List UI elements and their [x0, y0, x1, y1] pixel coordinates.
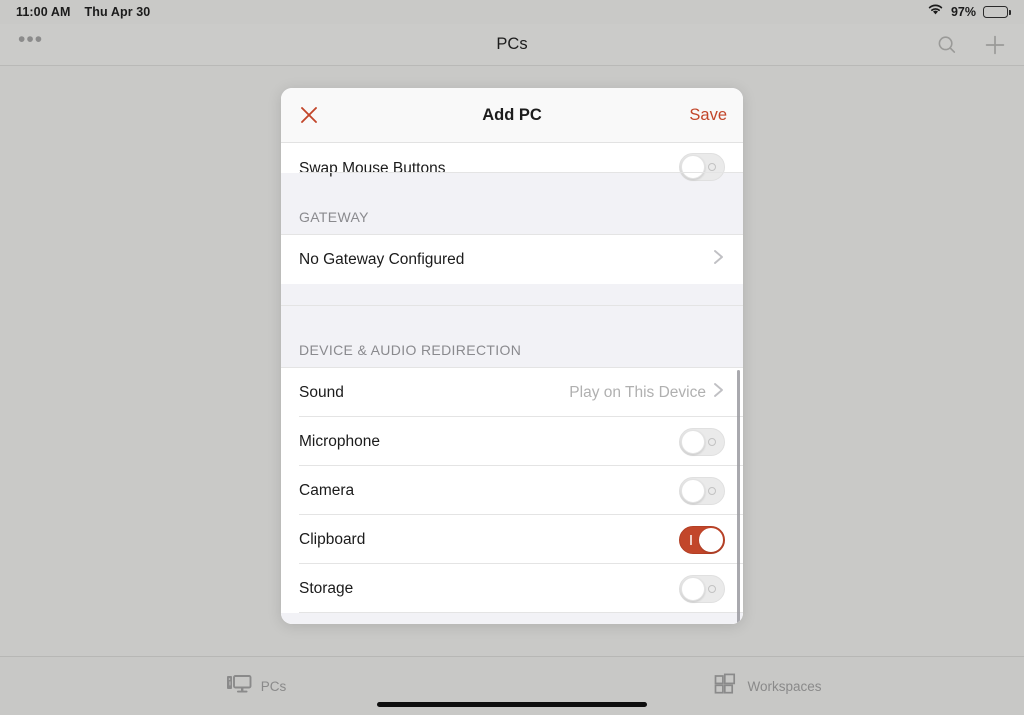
toggle-off-mark-icon — [708, 584, 716, 593]
nav-bar-actions — [936, 34, 1006, 56]
modal-scroll-area[interactable]: Swap Mouse Buttons GATEWAY No Gateway Co… — [281, 143, 743, 624]
row-label: Storage — [299, 579, 354, 597]
toggle-knob — [681, 155, 705, 179]
toggle-off-mark-icon — [708, 437, 716, 446]
camera-toggle[interactable] — [679, 476, 725, 505]
tab-label: PCs — [260, 678, 287, 694]
list-item-storage[interactable]: Storage — [281, 564, 743, 613]
microphone-toggle[interactable] — [679, 427, 725, 456]
toggle-off-mark-icon — [708, 486, 716, 495]
row-label: Microphone — [299, 432, 380, 450]
home-indicator[interactable] — [377, 702, 647, 707]
toggle-on-mark-icon — [690, 534, 692, 545]
list-item-microphone[interactable]: Microphone — [281, 417, 743, 466]
status-time: 11:00 AM — [16, 5, 71, 19]
section-header-gateway: GATEWAY — [281, 173, 743, 235]
toggle-knob — [699, 527, 723, 552]
toggle-off-mark-icon — [708, 163, 716, 171]
row-label: Camera — [299, 481, 355, 499]
swap-mouse-buttons-toggle[interactable] — [679, 153, 725, 181]
row-separator — [299, 172, 743, 173]
toggle-knob — [681, 478, 705, 503]
modal-scrollbar[interactable] — [737, 370, 740, 624]
list-item-gateway[interactable]: No Gateway Configured — [281, 235, 743, 284]
chevron-right-icon — [712, 380, 725, 405]
row-label: Sound — [299, 383, 344, 401]
list-item-clipboard[interactable]: Clipboard — [281, 515, 743, 564]
save-button[interactable]: Save — [689, 106, 727, 125]
ipad-screen: 11:00 AM Thu Apr 30 97% ••• PCs Add PC S… — [0, 0, 1024, 715]
grid-squares-icon — [714, 673, 738, 700]
nav-bar: ••• PCs — [0, 24, 1024, 66]
tab-label: Workspaces — [747, 678, 822, 694]
status-bar: 11:00 AM Thu Apr 30 97% — [0, 0, 1024, 24]
modal-header: Add PC Save — [281, 88, 743, 143]
status-bar-right: 97% — [927, 3, 1011, 21]
wifi-icon — [927, 3, 944, 21]
section-header-device-audio-redirection: DEVICE & AUDIO REDIRECTION — [281, 306, 743, 368]
tab-pcs[interactable]: PCs — [0, 673, 512, 700]
tab-workspaces[interactable]: Workspaces — [512, 673, 1024, 700]
list-item-swap-mouse-buttons[interactable]: Swap Mouse Buttons — [281, 143, 743, 181]
row-label: Clipboard — [299, 530, 366, 548]
row-value: Play on This Device — [569, 383, 706, 401]
battery-icon — [983, 6, 1011, 18]
modal-footer-gap — [281, 613, 743, 624]
status-date: Thu Apr 30 — [84, 5, 151, 19]
page-title: PCs — [496, 35, 528, 53]
storage-toggle[interactable] — [679, 574, 725, 603]
status-bar-left: 11:00 AM Thu Apr 30 — [16, 5, 150, 19]
section-gap — [281, 284, 743, 306]
search-icon[interactable] — [936, 34, 958, 56]
add-pc-modal: Add PC Save Swap Mouse Buttons GATEWAY N… — [281, 88, 743, 624]
row-label: No Gateway Configured — [299, 250, 465, 268]
row-label: Swap Mouse Buttons — [299, 160, 446, 177]
tab-bar: PCs Workspaces — [0, 656, 1024, 715]
toggle-knob — [681, 576, 705, 601]
list-item-camera[interactable]: Camera — [281, 466, 743, 515]
battery-percent: 97% — [950, 5, 976, 19]
plus-icon[interactable] — [984, 34, 1006, 56]
clipboard-toggle[interactable] — [679, 525, 725, 554]
chevron-right-icon — [712, 247, 725, 272]
row-separator — [299, 612, 743, 613]
list-item-sound[interactable]: Sound Play on This Device — [281, 368, 743, 417]
modal-title: Add PC — [482, 105, 542, 124]
toggle-knob — [681, 429, 705, 454]
desktop-computer-icon — [226, 673, 252, 700]
